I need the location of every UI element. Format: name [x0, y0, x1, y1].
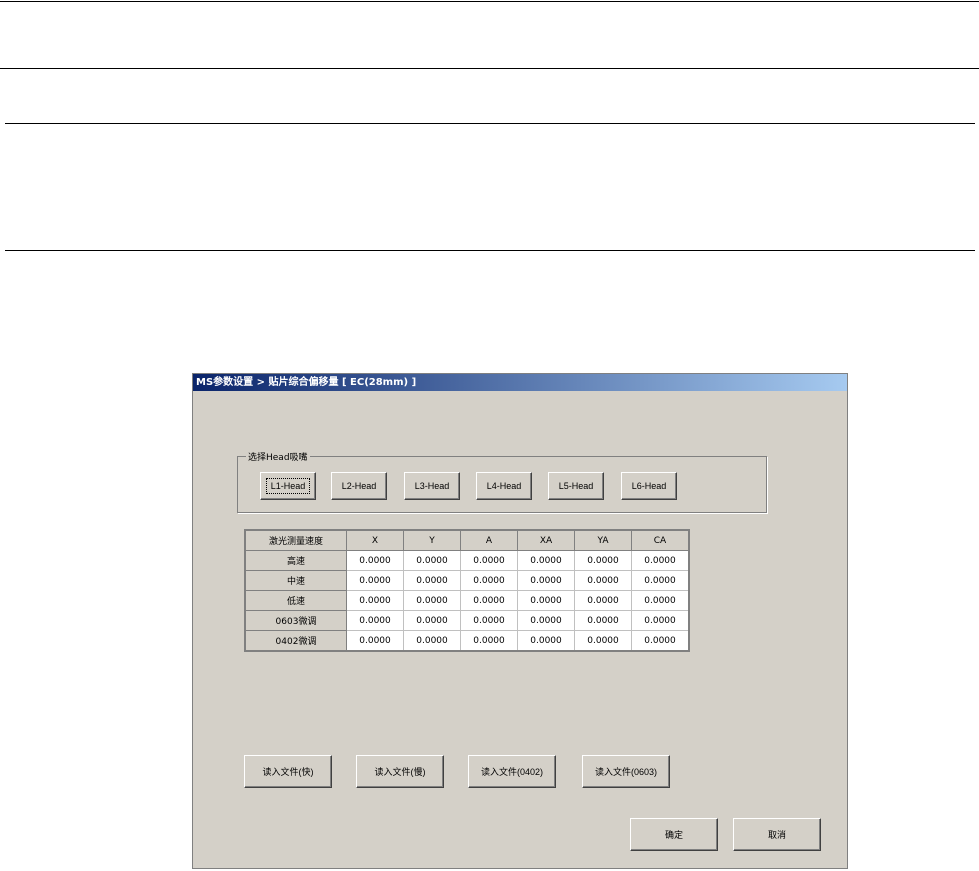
value-cell[interactable]: 0.0000 — [631, 550, 690, 571]
column-header: YA — [574, 529, 632, 551]
value-cell[interactable]: 0.0000 — [517, 630, 575, 652]
value-cell[interactable]: 0.0000 — [517, 550, 575, 571]
column-header: X — [346, 529, 404, 551]
value-cell[interactable]: 0.0000 — [403, 550, 461, 571]
head-button-l6[interactable]: L6-Head — [621, 472, 677, 500]
group-label: 选择Head吸嘴 — [246, 450, 310, 463]
table-row: 中速 0.0000 0.0000 0.0000 0.0000 0.0000 0.0000 — [244, 570, 690, 591]
divider — [0, 1, 979, 2]
table-row: 高速 0.0000 0.0000 0.0000 0.0000 0.0000 0.0000 — [244, 550, 690, 571]
value-cell[interactable]: 0.0000 — [346, 630, 404, 652]
head-button-l5[interactable]: L5-Head — [548, 472, 604, 500]
value-cell[interactable]: 0.0000 — [631, 630, 690, 652]
value-cell[interactable]: 0.0000 — [460, 570, 518, 591]
table-row: 0603微调 0.0000 0.0000 0.0000 0.0000 0.0000 0.00… — [244, 610, 690, 631]
value-cell[interactable]: 0.0000 — [403, 610, 461, 631]
value-cell[interactable]: 0.0000 — [403, 570, 461, 591]
head-button-l4[interactable]: L4-Head — [476, 472, 532, 500]
column-header: A — [460, 529, 518, 551]
offset-dialog: MS参数设置 > 贴片综合偏移量 [ EC(28mm) ] 选择Head吸嘴 L… — [192, 373, 848, 869]
column-header: Y — [403, 529, 461, 551]
divider — [0, 68, 979, 69]
value-cell[interactable]: 0.0000 — [460, 610, 518, 631]
value-cell[interactable]: 0.0000 — [460, 590, 518, 611]
load-file-button-2[interactable]: 读入文件(慢) — [356, 755, 444, 788]
value-cell[interactable]: 0.0000 — [346, 550, 404, 571]
load-file-button-3[interactable]: 读入文件(0402) — [468, 755, 556, 788]
value-cell[interactable]: 0.0000 — [346, 610, 404, 631]
value-cell[interactable]: 0.0000 — [574, 570, 632, 591]
table-row: 低速 0.0000 0.0000 0.0000 0.0000 0.0000 0.0000 — [244, 590, 690, 611]
column-header: XA — [517, 529, 575, 551]
load-file-button-1[interactable]: 读入文件(快) — [244, 755, 332, 788]
row-header: 高速 — [244, 550, 347, 571]
value-cell[interactable]: 0.0000 — [346, 590, 404, 611]
value-cell[interactable]: 0.0000 — [346, 570, 404, 591]
value-cell[interactable]: 0.0000 — [517, 610, 575, 631]
head-button-l2[interactable]: L2-Head — [331, 472, 387, 500]
value-cell[interactable]: 0.0000 — [517, 570, 575, 591]
value-cell[interactable]: 0.0000 — [631, 570, 690, 591]
head-button-l1[interactable]: L1-Head — [260, 472, 316, 500]
value-cell[interactable]: 0.0000 — [460, 550, 518, 571]
dialog-title: MS参数设置 > 贴片综合偏移量 [ EC(28mm) ] — [193, 374, 847, 391]
cancel-button[interactable]: 取消 — [733, 818, 821, 851]
value-cell[interactable]: 0.0000 — [403, 630, 461, 652]
value-cell[interactable]: 0.0000 — [574, 610, 632, 631]
column-header: CA — [631, 529, 690, 551]
value-cell[interactable]: 0.0000 — [517, 590, 575, 611]
table-row: 0402微调 0.0000 0.0000 0.0000 0.0000 0.0000 0.00… — [244, 630, 690, 652]
head-button-l3[interactable]: L3-Head — [404, 472, 460, 500]
value-cell[interactable]: 0.0000 — [631, 590, 690, 611]
value-cell[interactable]: 0.0000 — [574, 590, 632, 611]
offset-table: 激光测量速度 X Y A XA YA CA 高速 0.0000 0.0000 0.0000 0.00… — [244, 529, 690, 652]
row-header: 0603微调 — [244, 610, 347, 631]
divider — [5, 123, 975, 124]
ok-button[interactable]: 确定 — [630, 818, 718, 851]
divider — [5, 250, 975, 251]
load-file-button-4[interactable]: 读入文件(0603) — [582, 755, 670, 788]
row-header: 0402微调 — [244, 630, 347, 652]
row-header: 低速 — [244, 590, 347, 611]
row-header: 中速 — [244, 570, 347, 591]
column-header: 激光测量速度 — [244, 529, 347, 551]
value-cell[interactable]: 0.0000 — [403, 590, 461, 611]
value-cell[interactable]: 0.0000 — [574, 630, 632, 652]
value-cell[interactable]: 0.0000 — [460, 630, 518, 652]
value-cell[interactable]: 0.0000 — [631, 610, 690, 631]
value-cell[interactable]: 0.0000 — [574, 550, 632, 571]
